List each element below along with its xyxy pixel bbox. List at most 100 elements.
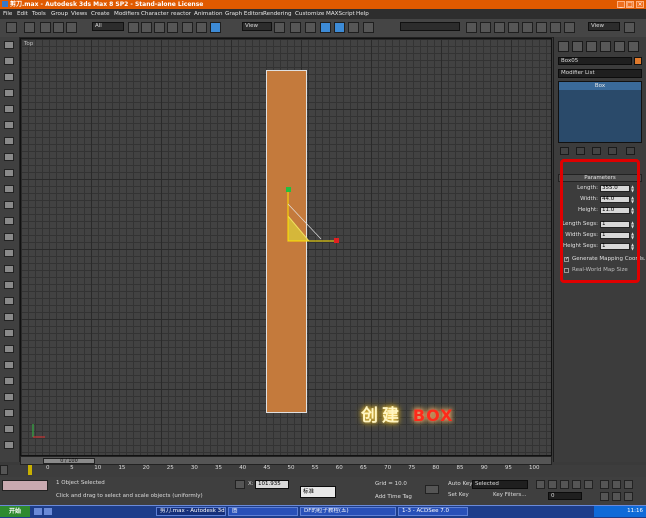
open-mini-curve-editor-button[interactable] [0, 465, 8, 475]
play-button[interactable] [560, 480, 569, 489]
menu-group[interactable]: Group [51, 9, 68, 19]
menu-reactor[interactable]: reactor [171, 9, 191, 19]
hierarchy-tab[interactable] [586, 41, 597, 52]
quick-launch-icon-2[interactable] [44, 508, 52, 515]
rope-collection-icon[interactable] [4, 89, 14, 97]
dashpot-icon[interactable] [4, 153, 14, 161]
toy-car-icon[interactable] [4, 201, 14, 209]
rope-modifier-icon[interactable] [4, 393, 14, 401]
select-by-name-button[interactable] [141, 22, 152, 33]
schematic-view-button[interactable] [522, 22, 533, 33]
modifier-stack[interactable]: Box [558, 81, 642, 143]
pan-icon[interactable] [600, 492, 609, 501]
soft-body-collection-icon[interactable] [4, 73, 14, 81]
set-key-button[interactable]: Set Key [448, 492, 469, 498]
cloth-modifier-icon[interactable] [4, 361, 14, 369]
menu-graph-editors[interactable]: Graph Editors [225, 9, 263, 19]
start-button[interactable]: 开始 [0, 506, 30, 517]
soft-body-modifier-icon[interactable] [4, 377, 14, 385]
select-rotate-button[interactable] [196, 22, 207, 33]
goto-start-button[interactable] [536, 480, 545, 489]
selection-filter-dropdown[interactable]: All [92, 22, 124, 31]
menu-maxscript[interactable]: MAXScript [326, 9, 355, 19]
menu-tools[interactable]: Tools [32, 9, 46, 19]
undo-button[interactable] [6, 22, 17, 33]
utilities-tab[interactable] [628, 41, 639, 52]
lock-selection-icon[interactable] [235, 480, 245, 489]
snap-toggle-button[interactable] [305, 22, 316, 33]
zoom-icon[interactable] [600, 480, 609, 489]
show-end-result-icon[interactable] [576, 147, 585, 155]
maximize-button[interactable]: □ [626, 1, 634, 8]
point-to-point-icon[interactable] [4, 297, 14, 305]
render-view-dropdown[interactable]: View [588, 22, 620, 31]
task-image[interactable]: 图 [228, 507, 298, 516]
close-button[interactable]: × [636, 1, 644, 8]
create-tab[interactable] [558, 41, 569, 52]
hinge-icon[interactable] [4, 281, 14, 289]
rectangular-selection-button[interactable] [154, 22, 165, 33]
cloth-collection-icon[interactable] [4, 57, 14, 65]
rag-doll-icon[interactable] [4, 265, 14, 273]
rigid-body-collection-icon[interactable] [4, 41, 14, 49]
modifier-list-dropdown[interactable]: Modifier List [558, 69, 642, 78]
modify-tab[interactable] [572, 41, 583, 52]
create-animation-icon[interactable] [4, 425, 14, 433]
next-frame-button[interactable] [572, 480, 581, 489]
mirror-button[interactable] [466, 22, 477, 33]
select-move-button[interactable] [182, 22, 193, 33]
minimize-button[interactable]: _ [617, 1, 625, 8]
link-button[interactable] [40, 22, 51, 33]
pin-stack-icon[interactable] [560, 147, 569, 155]
menu-rendering[interactable]: Rendering [263, 9, 292, 19]
menu-help[interactable]: Help [356, 9, 369, 19]
transform-gizmo[interactable] [21, 39, 553, 457]
align-button[interactable] [480, 22, 491, 33]
menu-file[interactable]: File [3, 9, 12, 19]
maximize-viewport-icon[interactable] [624, 492, 633, 501]
object-color-swatch[interactable] [634, 57, 642, 65]
menu-customize[interactable]: Customize [295, 9, 324, 19]
modifier-stack-item[interactable]: Box [559, 82, 641, 90]
zoom-extents-icon[interactable] [624, 480, 633, 489]
track-bar-key-marker[interactable] [28, 465, 32, 475]
pivot-center-button[interactable] [274, 22, 285, 33]
wind-icon[interactable] [4, 185, 14, 193]
unlink-button[interactable] [53, 22, 64, 33]
deforming-mesh-icon[interactable] [4, 105, 14, 113]
task-df-tutorial[interactable]: DF的粒子教程(五) [300, 507, 396, 516]
select-manipulate-button[interactable] [290, 22, 301, 33]
menu-character[interactable]: Character [141, 9, 169, 19]
menu-create[interactable]: Create [91, 9, 110, 19]
key-mode-icon[interactable] [425, 485, 439, 494]
quick-launch-icon[interactable] [34, 508, 42, 515]
bind-space-warp-button[interactable] [66, 22, 77, 33]
object-name-field[interactable]: Box05 [558, 57, 632, 65]
current-frame-field[interactable]: 0 [548, 492, 582, 500]
menu-edit[interactable]: Edit [17, 9, 28, 19]
select-object-button[interactable] [128, 22, 139, 33]
preview-animation-icon[interactable] [4, 409, 14, 417]
arc-rotate-icon[interactable] [612, 492, 621, 501]
key-filters-button[interactable]: Key Filters... [493, 492, 526, 498]
add-time-tag[interactable]: Add Time Tag [375, 494, 412, 500]
auto-key-button[interactable]: Auto Key [448, 481, 473, 487]
configure-modifier-sets-icon[interactable] [626, 147, 635, 155]
plane-icon[interactable] [4, 121, 14, 129]
spring-icon[interactable] [4, 137, 14, 145]
reference-coordinate-dropdown[interactable]: View [242, 22, 272, 31]
remove-modifier-icon[interactable] [608, 147, 617, 155]
window-crossing-button[interactable] [167, 22, 178, 33]
menu-animation[interactable]: Animation [194, 9, 223, 19]
analyze-world-icon[interactable] [4, 441, 14, 449]
display-tab[interactable] [614, 41, 625, 52]
zoom-all-icon[interactable] [612, 480, 621, 489]
edit-named-selection-button[interactable] [363, 22, 374, 33]
key-selection-dropdown[interactable]: Selected [472, 480, 528, 489]
point-to-path-icon[interactable] [4, 345, 14, 353]
spinner-snap-button[interactable] [348, 22, 359, 33]
fracture-icon[interactable] [4, 217, 14, 225]
percent-snap-button[interactable] [334, 22, 345, 33]
time-slider-track[interactable]: 0 / 100 [20, 456, 552, 465]
quick-render-button[interactable] [564, 22, 575, 33]
